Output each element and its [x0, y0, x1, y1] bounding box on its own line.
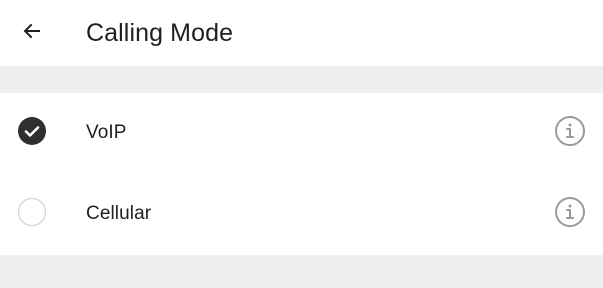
info-icon [554, 196, 586, 233]
voip-option[interactable]: VoIP [0, 93, 603, 173]
voip-radio[interactable] [16, 115, 48, 152]
check-circle-icon [16, 115, 48, 152]
voip-info-button[interactable] [554, 115, 586, 152]
page-header: Calling Mode [0, 0, 603, 66]
calling-mode-screen: Calling Mode VoIP Cellular [0, 0, 603, 288]
back-button[interactable] [16, 17, 48, 49]
radio-empty-icon [16, 196, 48, 233]
arrow-left-icon [20, 19, 44, 48]
section-divider-top [0, 66, 603, 93]
info-icon [554, 115, 586, 152]
cellular-option-label: Cellular [86, 203, 152, 224]
cellular-option[interactable]: Cellular [0, 173, 603, 255]
cellular-info-button[interactable] [554, 196, 586, 233]
voip-option-label: VoIP [86, 122, 127, 143]
cellular-radio[interactable] [16, 196, 48, 233]
calling-mode-options: VoIP Cellular [0, 93, 603, 255]
page-title: Calling Mode [86, 18, 234, 47]
section-divider-bottom [0, 255, 603, 288]
